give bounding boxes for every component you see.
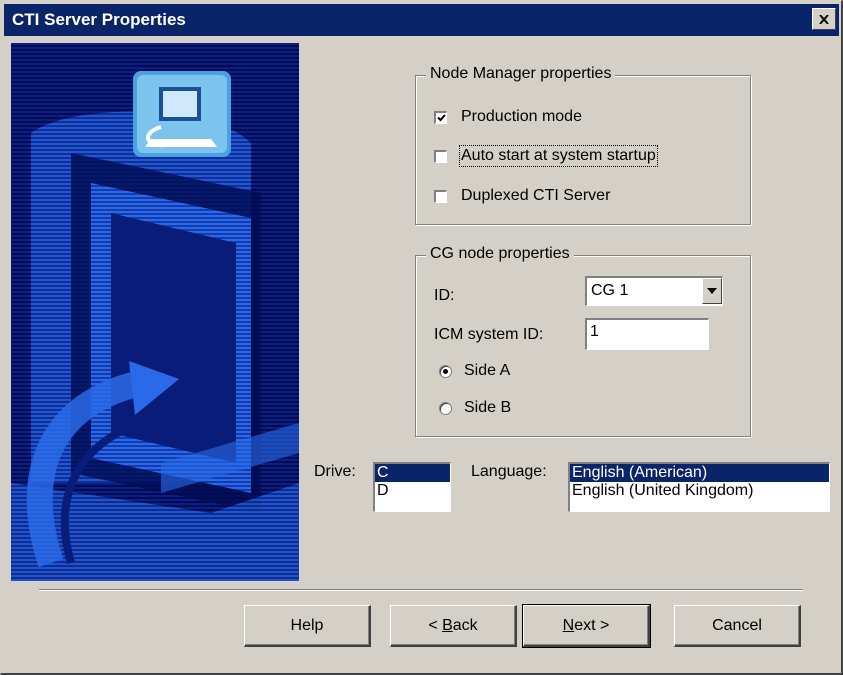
- help-button[interactable]: Help: [244, 605, 371, 647]
- duplexed-option[interactable]: Duplexed CTI Server: [434, 187, 610, 205]
- checkmark-icon: [436, 113, 446, 121]
- drive-label: Drive:: [314, 463, 356, 480]
- duplexed-label: Duplexed CTI Server: [461, 187, 611, 204]
- drive-option-c[interactable]: C: [375, 464, 450, 482]
- close-button[interactable]: [812, 8, 836, 30]
- production-mode-option[interactable]: Production mode: [434, 108, 582, 126]
- back-button-prefix: <: [428, 616, 443, 634]
- id-dropdown[interactable]: CG 1: [585, 276, 723, 306]
- computer-icon: [133, 71, 231, 157]
- title-bar: CTI Server Properties: [4, 4, 839, 36]
- id-dropdown-value: CG 1: [591, 282, 629, 299]
- icm-system-id-label: ICM system ID:: [434, 326, 544, 343]
- artwork-image: [11, 43, 299, 581]
- language-option-uk[interactable]: English (United Kingdom): [570, 482, 829, 500]
- node-manager-legend: Node Manager properties: [426, 65, 616, 83]
- drive-option-d[interactable]: D: [375, 482, 450, 500]
- side-a-label: Side A: [464, 362, 511, 379]
- id-label: ID:: [434, 287, 455, 304]
- close-icon: [819, 14, 829, 24]
- auto-start-checkbox[interactable]: [434, 149, 447, 163]
- chevron-down-icon: [707, 288, 717, 294]
- next-button-mnemonic: N: [562, 616, 575, 634]
- duplexed-checkbox[interactable]: [434, 189, 447, 203]
- separator-line: [39, 589, 803, 591]
- auto-start-option[interactable]: Auto start at system startup: [434, 145, 658, 167]
- side-b-radio[interactable]: [439, 401, 452, 415]
- production-mode-checkbox[interactable]: [434, 110, 447, 124]
- id-dropdown-button[interactable]: [702, 278, 722, 304]
- cancel-button[interactable]: Cancel: [674, 605, 801, 647]
- side-b-label: Side B: [464, 399, 512, 416]
- next-button-rest: ext >: [574, 616, 610, 634]
- dialog-window: CTI Server Properties Node Manager prope…: [0, 0, 843, 675]
- auto-start-label: Auto start at system startup: [459, 145, 658, 167]
- back-button[interactable]: < Back: [390, 605, 517, 647]
- language-option-american[interactable]: English (American): [570, 464, 829, 482]
- drive-listbox[interactable]: C D: [373, 462, 451, 512]
- next-button[interactable]: Next >: [522, 604, 651, 648]
- language-label: Language:: [471, 463, 547, 480]
- language-listbox[interactable]: English (American) English (United Kingd…: [568, 462, 830, 512]
- side-a-radio[interactable]: [439, 364, 452, 378]
- radio-selected-dot: [443, 368, 448, 374]
- production-mode-label: Production mode: [461, 108, 582, 125]
- icm-system-id-field[interactable]: 1: [585, 318, 709, 350]
- cti-server-graphic: [11, 43, 299, 581]
- back-button-rest: ack: [452, 616, 478, 634]
- cg-node-legend: CG node properties: [426, 245, 574, 263]
- back-button-mnemonic: B: [442, 616, 453, 634]
- side-a-option[interactable]: Side A: [439, 362, 510, 380]
- window-title: CTI Server Properties: [12, 10, 186, 29]
- side-b-option[interactable]: Side B: [439, 399, 511, 417]
